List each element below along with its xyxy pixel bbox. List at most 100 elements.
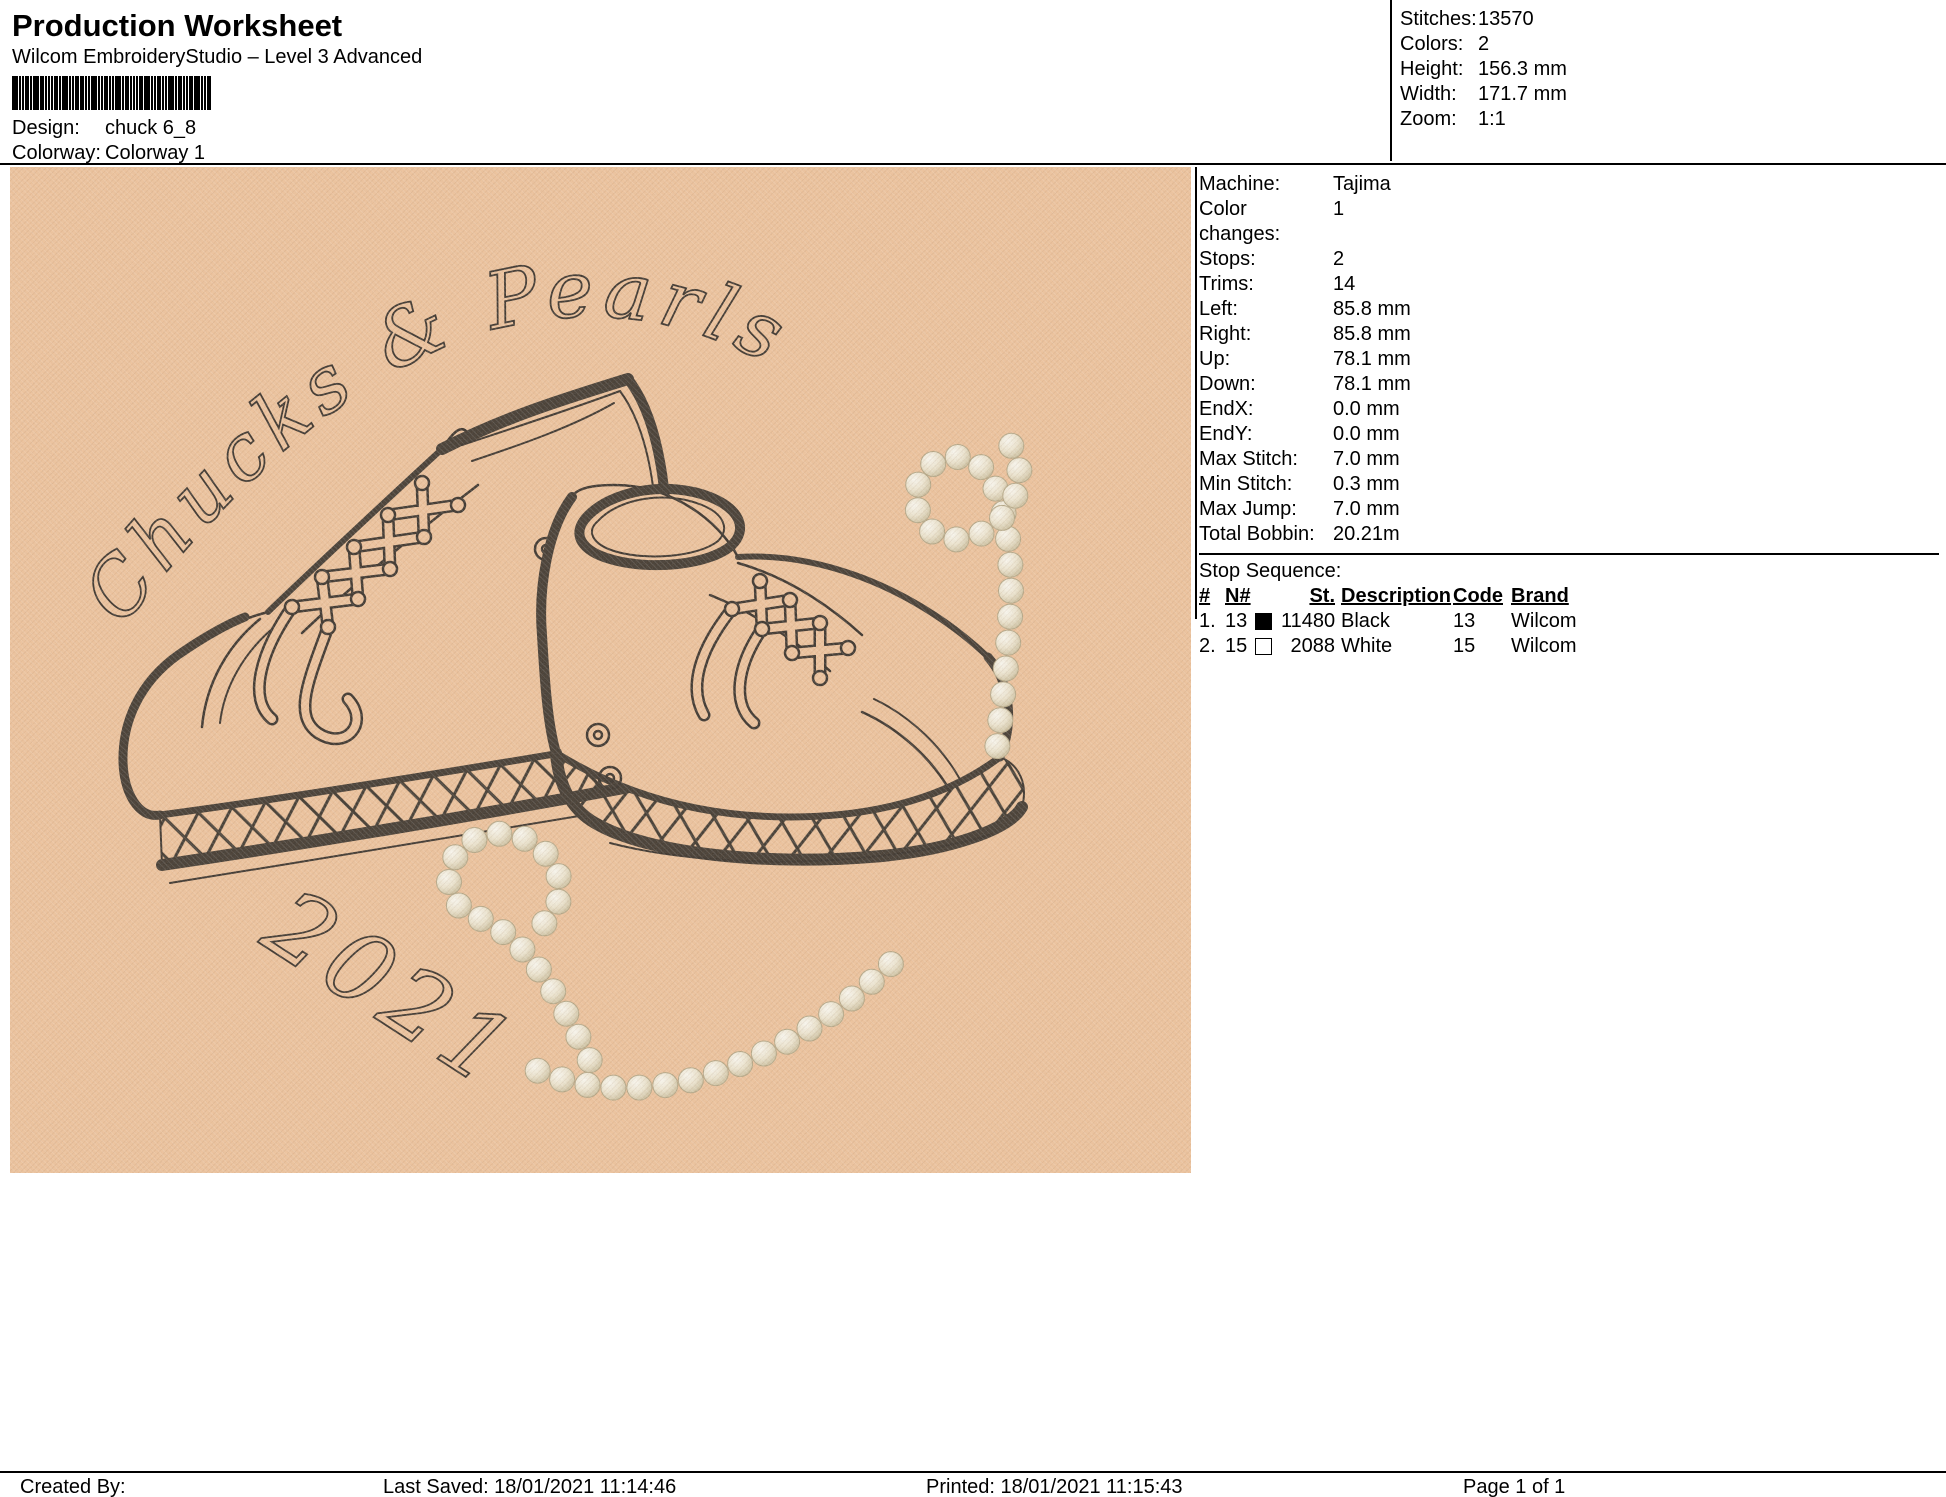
stop-cell: Black <box>1341 610 1453 633</box>
barcode-bar <box>115 76 121 110</box>
stop-cell-swatch <box>1255 638 1281 655</box>
machine-info-panel: Machine:TajimaColor changes:1Stops:2Trim… <box>1199 172 1939 659</box>
machine-row: EndY:0.0 mm <box>1199 422 1939 447</box>
stat-label: Colors: <box>1400 32 1478 57</box>
stop-cell: 15 <box>1453 635 1511 658</box>
stat-value: 2 <box>1478 32 1946 57</box>
stat-label: Zoom: <box>1400 107 1478 132</box>
barcode-bar <box>178 76 182 110</box>
barcode-bar <box>33 76 39 110</box>
barcode-bar <box>51 76 53 110</box>
barcode-bar <box>40 76 44 110</box>
machine-label: Min Stitch: <box>1199 472 1333 497</box>
barcode-bar <box>48 76 50 110</box>
colorway-value: Colorway 1 <box>105 142 205 165</box>
panel-divider <box>1195 167 1197 619</box>
machine-value: 7.0 mm <box>1333 497 1939 522</box>
stop-cell: White <box>1341 635 1453 658</box>
stat-row: Stitches:13570 <box>1400 7 1946 32</box>
machine-label: Stops: <box>1199 247 1333 272</box>
barcode-bar <box>157 76 161 110</box>
stop-col-header: N# <box>1225 585 1255 608</box>
fabric-texture <box>10 167 1191 1173</box>
machine-label: EndX: <box>1199 397 1333 422</box>
barcode-bar <box>109 76 111 110</box>
barcode-bar <box>98 76 100 110</box>
stop-sequence-row: 2.152088White15Wilcom <box>1199 634 1939 659</box>
barcode-bar <box>22 76 24 110</box>
machine-label: Trims: <box>1199 272 1333 297</box>
design-preview: Chucks & Pearls <box>10 167 1191 1173</box>
stat-value: 156.3 mm <box>1478 57 1946 82</box>
printed-text: Printed: 18/01/2021 11:15:43 <box>926 1476 1183 1497</box>
stat-row: Zoom:1:1 <box>1400 107 1946 132</box>
stop-cell: 2088 <box>1281 635 1341 658</box>
machine-label: Color changes: <box>1199 197 1333 247</box>
machine-row: Color changes:1 <box>1199 197 1939 247</box>
stat-label: Height: <box>1400 57 1478 82</box>
barcode-bar <box>75 76 79 110</box>
barcode-bar <box>122 76 124 110</box>
barcode-bar <box>183 76 185 110</box>
machine-row: EndX:0.0 mm <box>1199 397 1939 422</box>
machine-label: Down: <box>1199 372 1333 397</box>
barcode-bar <box>59 76 61 110</box>
barcode-bar <box>91 76 97 110</box>
barcode-bar <box>133 76 135 110</box>
stop-sequence-title: Stop Sequence: <box>1199 558 1939 584</box>
stop-sequence-row: 1.1311480Black13Wilcom <box>1199 609 1939 634</box>
barcode-bar <box>45 76 47 110</box>
barcode-bar <box>144 76 150 110</box>
machine-row: Stops:2 <box>1199 247 1939 272</box>
machine-value: 0.0 mm <box>1333 422 1939 447</box>
barcode <box>12 76 230 110</box>
design-label: Design: <box>12 117 105 140</box>
machine-value: 78.1 mm <box>1333 347 1939 372</box>
barcode-bar <box>72 76 74 110</box>
thread-color-swatch <box>1255 613 1272 630</box>
machine-value: 20.21m <box>1333 522 1939 547</box>
colorway-label: Colorway: <box>12 142 105 165</box>
machine-row: Right:85.8 mm <box>1199 322 1939 347</box>
barcode-bar <box>85 76 87 110</box>
machine-row: Min Stitch:0.3 mm <box>1199 472 1939 497</box>
barcode-bar <box>162 76 164 110</box>
design-name-row: Design: chuck 6_8 <box>12 117 196 140</box>
stop-col-header: St. <box>1281 585 1341 608</box>
stop-cell: 11480 <box>1281 610 1341 633</box>
machine-row: Max Jump:7.0 mm <box>1199 497 1939 522</box>
machine-label: EndY: <box>1199 422 1333 447</box>
stop-sequence-divider <box>1199 553 1939 555</box>
barcode-bar <box>101 76 103 110</box>
barcode-bar <box>30 76 32 110</box>
machine-value: 0.3 mm <box>1333 472 1939 497</box>
barcode-bar <box>194 76 200 110</box>
barcode-bar <box>80 76 84 110</box>
machine-info: Machine:TajimaColor changes:1Stops:2Trim… <box>1199 172 1939 547</box>
barcode-bar <box>175 76 177 110</box>
barcode-bar <box>25 76 29 110</box>
page-number: Page 1 of 1 <box>1463 1476 1565 1497</box>
stop-cell: 13 <box>1225 610 1255 633</box>
machine-row: Total Bobbin:20.21m <box>1199 522 1939 547</box>
machine-value: Tajima <box>1333 172 1939 197</box>
machine-label: Machine: <box>1199 172 1333 197</box>
barcode-bar <box>69 76 71 110</box>
embroidery-artwork: Chucks & Pearls <box>10 167 1191 1173</box>
machine-value: 2 <box>1333 247 1939 272</box>
stop-sequence-rows: 1.1311480Black13Wilcom2.152088White15Wil… <box>1199 609 1939 659</box>
machine-row: Up:78.1 mm <box>1199 347 1939 372</box>
stop-cell: 15 <box>1225 635 1255 658</box>
stat-row: Width:171.7 mm <box>1400 82 1946 107</box>
page-title: Production Worksheet <box>12 8 342 44</box>
barcode-bar <box>165 76 167 110</box>
machine-label: Right: <box>1199 322 1333 347</box>
barcode-bar <box>112 76 114 110</box>
stop-cell-swatch <box>1255 613 1281 630</box>
machine-label: Left: <box>1199 297 1333 322</box>
barcode-bar <box>12 76 18 110</box>
page-footer: Created By: Last Saved: 18/01/2021 11:14… <box>0 1471 1946 1497</box>
machine-label: Up: <box>1199 347 1333 372</box>
stop-cell: 1. <box>1199 610 1225 633</box>
machine-label: Max Jump: <box>1199 497 1333 522</box>
